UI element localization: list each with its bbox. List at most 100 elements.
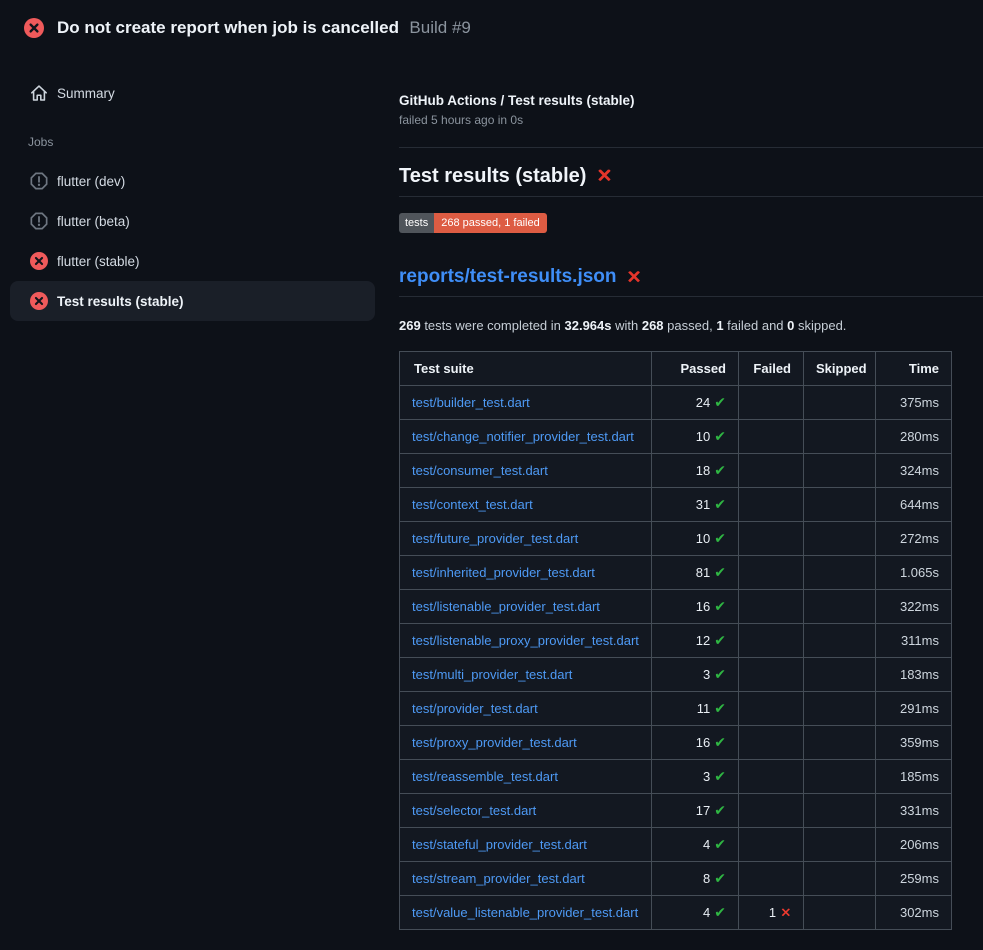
test-suite-link[interactable]: test/proxy_provider_test.dart <box>412 735 577 750</box>
section-heading-row: Test results (stable) ✕ <box>399 165 983 197</box>
failed-cell <box>739 726 804 760</box>
time-cell: 206ms <box>876 828 952 862</box>
test-suite-link[interactable]: test/consumer_test.dart <box>412 463 548 478</box>
table-row: test/inherited_provider_test.dart 81✔ 1.… <box>400 556 952 590</box>
failed-cell <box>739 828 804 862</box>
skipped-cell <box>804 862 876 896</box>
failed-cell <box>739 590 804 624</box>
passed-cell: 17✔ <box>652 794 739 828</box>
jobs-list: flutter (dev) flutter (beta) flutter (st… <box>10 161 375 321</box>
sidebar-item-flutter-stable[interactable]: flutter (stable) <box>10 241 375 281</box>
column-header-time: Time <box>876 352 952 386</box>
check-icon: ✔ <box>714 632 726 648</box>
passed-cell: 81✔ <box>652 556 739 590</box>
test-results-table-body: test/builder_test.dart 24✔ 375ms test/ch… <box>400 386 952 930</box>
test-suite-link[interactable]: test/stateful_provider_test.dart <box>412 837 587 852</box>
failed-cell <box>739 624 804 658</box>
time-cell: 375ms <box>876 386 952 420</box>
test-suite-link[interactable]: test/value_listenable_provider_test.dart <box>412 905 638 920</box>
count-value: 31 <box>696 497 710 512</box>
test-suite-link[interactable]: test/context_test.dart <box>412 497 533 512</box>
column-header-test-suite: Test suite <box>400 352 652 386</box>
job-label: Test results (stable) <box>57 294 184 309</box>
failed-icon <box>30 292 48 310</box>
passed-cell: 11✔ <box>652 692 739 726</box>
time-cell: 185ms <box>876 760 952 794</box>
passed-cell: 4✔ <box>652 896 739 930</box>
failed-icon <box>30 252 48 270</box>
test-suite-link[interactable]: test/future_provider_test.dart <box>412 531 578 546</box>
passed-cell: 3✔ <box>652 658 739 692</box>
time-cell: 291ms <box>876 692 952 726</box>
test-suite-link[interactable]: test/reassemble_test.dart <box>412 769 558 784</box>
sidebar: Summary Jobs flutter (dev) flutter (beta… <box>0 55 399 321</box>
table-row: test/proxy_provider_test.dart 16✔ 359ms <box>400 726 952 760</box>
main-content: GitHub Actions / Test results (stable) f… <box>399 55 983 930</box>
time-cell: 183ms <box>876 658 952 692</box>
sidebar-item-summary[interactable]: Summary <box>10 73 375 113</box>
report-file-link[interactable]: reports/test-results.json <box>399 266 617 288</box>
test-suite-link[interactable]: test/selector_test.dart <box>412 803 536 818</box>
table-row: test/multi_provider_test.dart 3✔ 183ms <box>400 658 952 692</box>
cross-mark-icon: ✕ <box>596 167 612 186</box>
test-suite-link[interactable]: test/builder_test.dart <box>412 395 530 410</box>
sidebar-item-test-results-stable[interactable]: Test results (stable) <box>10 281 375 321</box>
check-run-meta: failed 5 hours ago in 0s <box>399 113 983 128</box>
time-cell: 1.065s <box>876 556 952 590</box>
count-value: 1 <box>769 905 776 920</box>
table-row: test/stream_provider_test.dart 8✔ 259ms <box>400 862 952 896</box>
check-icon: ✔ <box>714 666 726 682</box>
cross-mark-icon: ✕ <box>627 268 642 286</box>
test-suite-link[interactable]: test/stream_provider_test.dart <box>412 871 585 886</box>
check-icon: ✔ <box>714 734 726 750</box>
passed-cell: 10✔ <box>652 420 739 454</box>
table-row: test/stateful_provider_test.dart 4✔ 206m… <box>400 828 952 862</box>
test-suite-link[interactable]: test/listenable_provider_test.dart <box>412 599 600 614</box>
skipped-cell <box>804 726 876 760</box>
divider <box>399 147 983 148</box>
passed-cell: 18✔ <box>652 454 739 488</box>
sidebar-item-flutter-dev[interactable]: flutter (dev) <box>10 161 375 201</box>
job-label: flutter (dev) <box>57 174 125 189</box>
test-suite-link[interactable]: test/listenable_proxy_provider_test.dart <box>412 633 639 648</box>
sidebar-item-flutter-beta[interactable]: flutter (beta) <box>10 201 375 241</box>
cancelled-icon <box>30 172 48 190</box>
count-value: 10 <box>696 531 710 546</box>
table-row: test/consumer_test.dart 18✔ 324ms <box>400 454 952 488</box>
x-icon: ✕ <box>780 905 791 920</box>
count-value: 4 <box>703 837 710 852</box>
table-header-row: Test suite Passed Failed Skipped Time <box>400 352 952 386</box>
job-label: flutter (stable) <box>57 254 140 269</box>
failed-cell: 1✕ <box>739 896 804 930</box>
time-cell: 322ms <box>876 590 952 624</box>
time-cell: 302ms <box>876 896 952 930</box>
check-icon: ✔ <box>714 598 726 614</box>
failed-cell <box>739 862 804 896</box>
check-icon: ✔ <box>714 700 726 716</box>
table-row: test/future_provider_test.dart 10✔ 272ms <box>400 522 952 556</box>
skipped-cell <box>804 488 876 522</box>
passed-cell: 31✔ <box>652 488 739 522</box>
passed-cell: 24✔ <box>652 386 739 420</box>
table-row: test/change_notifier_provider_test.dart … <box>400 420 952 454</box>
failed-cell <box>739 386 804 420</box>
count-value: 24 <box>696 395 710 410</box>
column-header-skipped: Skipped <box>804 352 876 386</box>
time-cell: 280ms <box>876 420 952 454</box>
check-icon: ✔ <box>714 802 726 818</box>
cancelled-icon <box>30 212 48 230</box>
skipped-cell <box>804 386 876 420</box>
count-value: 3 <box>703 769 710 784</box>
test-suite-link[interactable]: test/multi_provider_test.dart <box>412 667 572 682</box>
count-value: 3 <box>703 667 710 682</box>
count-value: 12 <box>696 633 710 648</box>
passed-cell: 16✔ <box>652 590 739 624</box>
count-value: 11 <box>697 701 711 716</box>
passed-cell: 3✔ <box>652 760 739 794</box>
table-row: test/value_listenable_provider_test.dart… <box>400 896 952 930</box>
section-heading: Test results (stable) <box>399 165 586 188</box>
test-suite-link[interactable]: test/inherited_provider_test.dart <box>412 565 595 580</box>
test-suite-link[interactable]: test/change_notifier_provider_test.dart <box>412 429 634 444</box>
table-row: test/builder_test.dart 24✔ 375ms <box>400 386 952 420</box>
test-suite-link[interactable]: test/provider_test.dart <box>412 701 538 716</box>
